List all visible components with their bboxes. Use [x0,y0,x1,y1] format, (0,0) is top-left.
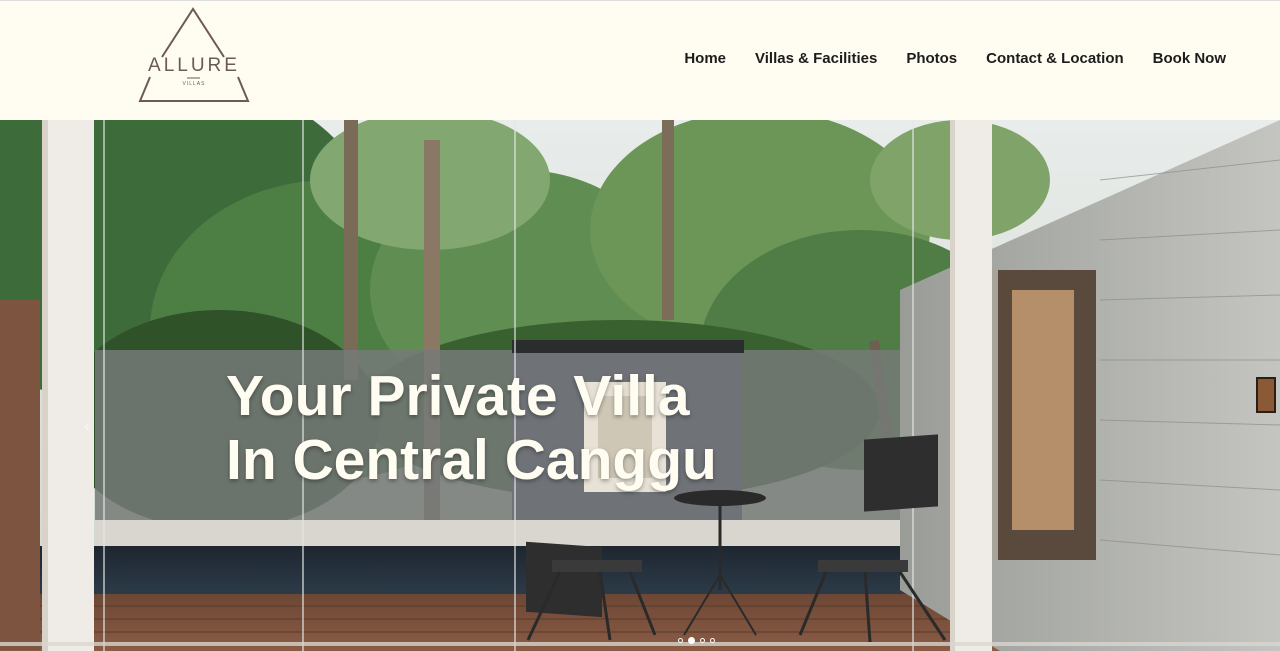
nav-book-now[interactable]: Book Now [1153,50,1226,67]
nav-photos[interactable]: Photos [906,50,957,67]
slider-dot-4[interactable] [710,638,715,643]
slider-dot-2[interactable] [688,637,695,644]
hero-headline-line-2: In Central Canggu [226,428,717,492]
site-header: ALLURE VILLAS Home Villas & Facilities P… [0,0,1280,120]
slider-pagination [678,637,715,644]
logo-tagline: VILLAS [182,81,206,87]
hero-headline-line-1: Your Private Villa [226,364,690,428]
nav-contact-location[interactable]: Contact & Location [986,50,1124,67]
logo-wordmark: ALLURE [148,55,240,76]
hero-slider: ‹ Your Private Villa In Central Canggu [0,120,1280,651]
allure-logo[interactable]: ALLURE VILLAS [136,7,252,105]
main-navigation: Home Villas & Facilities Photos Contact … [684,50,1226,67]
slider-dot-1[interactable] [678,638,683,643]
slider-dot-3[interactable] [700,638,705,643]
hero-headline: Your Private Villa In Central Canggu [226,364,717,492]
nav-home[interactable]: Home [684,50,726,67]
nav-villas-facilities[interactable]: Villas & Facilities [755,50,877,67]
slider-prev-arrow-icon[interactable]: ‹ [84,416,90,437]
wall-switch [1256,377,1276,413]
